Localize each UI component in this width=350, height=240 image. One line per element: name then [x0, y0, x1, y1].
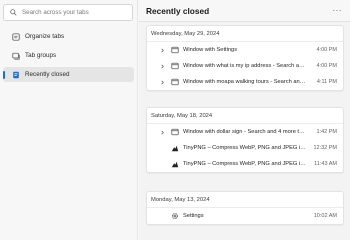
history-row[interactable]: Window with dollar sign - Search and 4 m…	[147, 124, 343, 140]
group-date: Monday, May 13, 2024	[147, 192, 343, 208]
window-icon	[170, 78, 179, 87]
main-header: Recently closed ···	[139, 0, 350, 22]
row-title: Window with what is my ip address - Sear…	[183, 63, 307, 69]
tinypng-favicon-icon	[170, 160, 179, 169]
history-group: Wednesday, May 29, 2024 Window with Sett…	[146, 25, 344, 91]
sidebar-item-tab-groups[interactable]: Tab groups	[3, 48, 134, 63]
sidebar-item-label: Tab groups	[25, 52, 57, 59]
search-icon	[10, 9, 17, 16]
sidebar-nav: Organize tabs Tab groups Recently closed	[3, 29, 134, 86]
search-box[interactable]	[3, 4, 133, 21]
window-icon	[170, 46, 179, 55]
history-row[interactable]: Window with moapa walking tours - Search…	[147, 74, 343, 90]
row-time: 4:00 PM	[316, 47, 337, 53]
history-row[interactable]: Window with Settings 4:00 PM	[147, 42, 343, 58]
row-title: Settings	[183, 213, 204, 219]
search-input[interactable]	[22, 9, 122, 16]
row-time: 11:43 AM	[314, 161, 337, 167]
group-date: Saturday, May 18, 2024	[147, 108, 343, 124]
row-time: 12:32 PM	[313, 145, 337, 151]
chevron-right-icon[interactable]	[147, 64, 167, 69]
sidebar-item-recently-closed[interactable]: Recently closed	[3, 67, 134, 82]
row-time: 1:42 PM	[316, 129, 337, 135]
history-row[interactable]: Window with what is my ip address - Sear…	[147, 58, 343, 74]
tab-groups-icon	[11, 51, 20, 60]
history-row[interactable]: Settings 10:02 AM	[147, 208, 343, 224]
group-date: Wednesday, May 29, 2024	[147, 26, 343, 42]
window-icon	[170, 128, 179, 137]
window-icon	[170, 62, 179, 71]
more-options-icon[interactable]: ···	[333, 6, 343, 15]
history-row[interactable]: TinyPNG – Compress WebP, PNG and JPEG im…	[147, 156, 343, 172]
main-panel: Recently closed ··· Wednesday, May 29, 2…	[139, 0, 350, 240]
row-title: Window with Settings	[183, 47, 238, 53]
history-row[interactable]: TinyPNG – Compress WebP, PNG and JPEG im…	[147, 140, 343, 156]
row-title: TinyPNG – Compress WebP, PNG and JPEG im…	[183, 161, 307, 167]
page-title: Recently closed	[146, 5, 210, 16]
row-title: Window with dollar sign - Search and 4 m…	[183, 129, 307, 135]
sidebar-item-label: Recently closed	[25, 71, 70, 78]
history-group: Saturday, May 18, 2024 Window with dolla…	[146, 107, 344, 173]
row-title: Window with moapa walking tours - Search…	[183, 79, 307, 85]
sidebar-item-label: Organize tabs	[25, 33, 65, 40]
chevron-right-icon[interactable]	[147, 130, 167, 135]
settings-gear-icon	[170, 212, 179, 221]
tinypng-favicon-icon	[170, 144, 179, 153]
row-time: 10:02 AM	[313, 213, 337, 219]
organize-tabs-icon	[11, 32, 20, 41]
recently-closed-icon	[11, 70, 20, 79]
row-title: TinyPNG – Compress WebP, PNG and JPEG im…	[183, 145, 307, 151]
sidebar-item-organize-tabs[interactable]: Organize tabs	[3, 29, 134, 44]
chevron-right-icon[interactable]	[147, 48, 167, 53]
history-group: Monday, May 13, 2024 Settings 10:02 AM	[146, 191, 344, 225]
chevron-right-icon[interactable]	[147, 80, 167, 85]
row-time: 4:00 PM	[316, 63, 337, 69]
row-time: 4:11 PM	[316, 79, 337, 85]
sidebar: Organize tabs Tab groups Recently closed	[0, 0, 138, 240]
